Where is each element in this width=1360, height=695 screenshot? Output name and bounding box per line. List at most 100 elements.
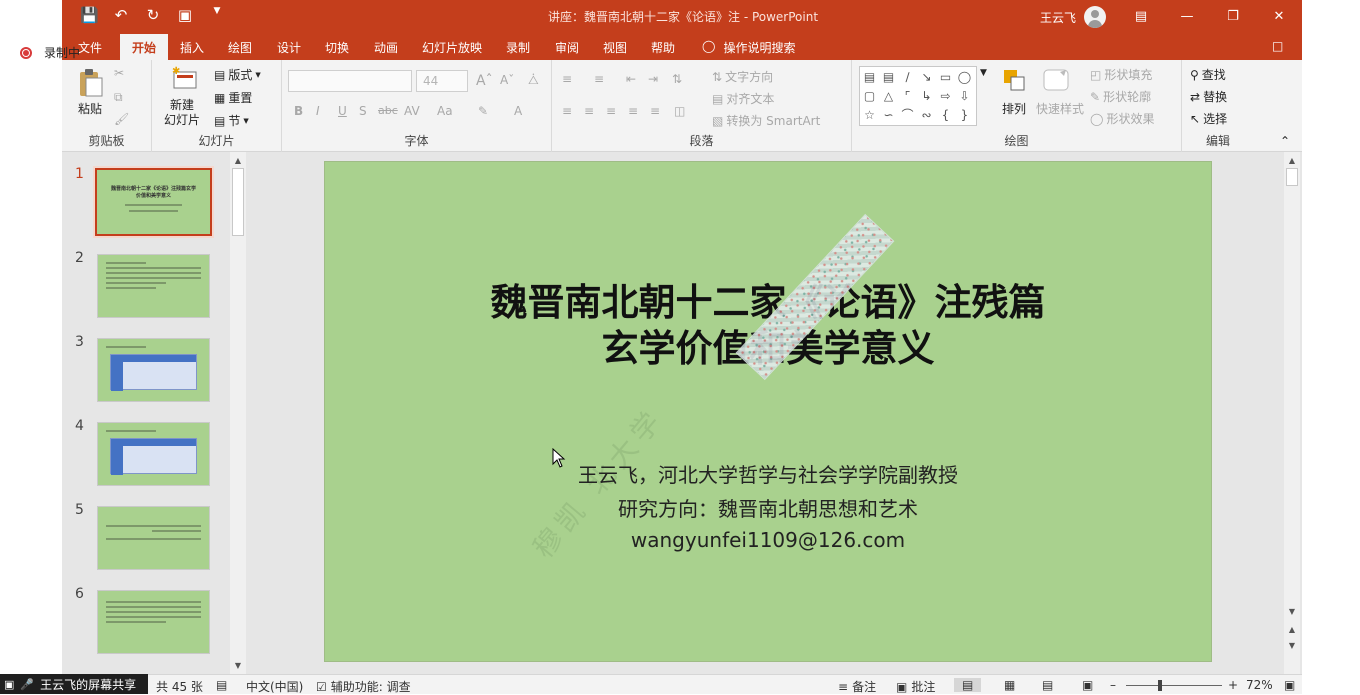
line-spacing-icon[interactable]: ⇅ — [672, 72, 682, 86]
line-shape-icon[interactable]: ∕ — [898, 67, 917, 86]
minimize-icon[interactable]: — — [1164, 0, 1210, 32]
scroll-thumb[interactable] — [232, 168, 244, 236]
editor-scrollbar[interactable]: ▲ ▼ ▲ ▼ — [1284, 152, 1300, 674]
paste-button[interactable]: 粘贴 — [78, 100, 102, 117]
layout-button[interactable]: ▤ 版式 ▼ — [214, 66, 261, 83]
align-left-icon[interactable]: ≡ — [562, 104, 572, 118]
ribbon-display-icon[interactable]: ▤ — [1118, 0, 1164, 32]
freeform-shape-icon[interactable]: ∾ — [917, 105, 936, 124]
italic-button[interactable]: I — [316, 104, 320, 118]
distributed-icon[interactable]: ≡ — [650, 104, 660, 118]
tab-record[interactable]: 录制 — [506, 39, 530, 56]
spellcheck-icon[interactable]: ▤ — [216, 678, 227, 692]
find-button[interactable]: ⚲ 查找 — [1190, 66, 1226, 83]
tab-home[interactable]: 开始 — [120, 34, 169, 60]
left-brace-icon[interactable]: { — [936, 105, 955, 124]
shrink-font-icon[interactable]: Aˇ — [500, 73, 514, 87]
notes-button[interactable]: ≡ 备注 — [838, 678, 876, 695]
align-center-icon[interactable]: ≡ — [584, 104, 594, 118]
elbow-arrow-icon[interactable]: ↳ — [917, 86, 936, 105]
slide-author[interactable]: 王云飞，河北大学哲学与社会学学院副教授 — [325, 459, 1211, 488]
textbox-shape-icon[interactable]: ▤ — [860, 67, 879, 86]
numbering-icon[interactable]: ≡ — [594, 72, 604, 86]
fit-slide-icon[interactable]: ▣ — [1284, 678, 1295, 692]
decrease-indent-icon[interactable]: ⇤ — [626, 72, 636, 86]
slideshow-view-icon[interactable]: ▣ — [1082, 678, 1093, 692]
zoom-slider-knob[interactable] — [1158, 680, 1162, 691]
grow-font-icon[interactable]: Aˆ — [476, 73, 493, 89]
quick-styles-button[interactable]: 快速样式 — [1036, 100, 1084, 117]
right-brace-icon[interactable]: } — [955, 105, 974, 124]
redo-icon[interactable]: ↻ — [144, 6, 162, 24]
tab-design[interactable]: 设计 — [277, 39, 301, 56]
select-button[interactable]: ↖ 选择 — [1190, 110, 1227, 127]
paste-icon[interactable] — [77, 68, 103, 98]
customize-icon[interactable]: ▼ — [208, 6, 226, 24]
triangle-shape-icon[interactable]: △ — [879, 86, 898, 105]
star-shape-icon[interactable]: ☆ — [860, 105, 879, 124]
zoom-slider[interactable] — [1126, 685, 1222, 686]
rounded-rect-icon[interactable]: ▢ — [860, 86, 879, 105]
slide-research[interactable]: 研究方向：魏晋南北朝思想和艺术 — [325, 493, 1211, 522]
next-slide-icon[interactable]: ▼ — [1285, 638, 1299, 652]
shape-outline-button[interactable]: ✎ 形状轮廓 — [1090, 88, 1151, 105]
right-arrow-shape-icon[interactable]: ⇨ — [936, 86, 955, 105]
current-slide[interactable]: 穆凯 北大学 魏晋南北朝十二家《论语》注残篇 玄学价值和美学意义 王云飞，河北大… — [324, 161, 1212, 662]
collapse-ribbon-icon[interactable]: ⌃ — [1280, 134, 1290, 148]
align-right-icon[interactable]: ≡ — [606, 104, 616, 118]
normal-view-icon[interactable]: ▤ — [954, 678, 982, 692]
tell-me-search[interactable]: ◯ 操作说明搜索 — [702, 39, 795, 56]
curve-shape-icon[interactable]: ∽ — [879, 105, 898, 124]
replace-button[interactable]: ⇄ 替换 — [1190, 88, 1227, 105]
comments-button[interactable]: ▣ 批注 — [896, 678, 935, 695]
underline-button[interactable]: U — [338, 104, 347, 118]
elbow-connector-icon[interactable]: ⌜ — [898, 86, 917, 105]
thumbnail-slide-5[interactable] — [97, 506, 210, 570]
scroll-down-icon[interactable]: ▼ — [231, 658, 245, 672]
quick-styles-icon[interactable] — [1042, 68, 1070, 94]
previous-slide-icon[interactable]: ▲ — [1285, 622, 1299, 636]
undo-icon[interactable]: ↶ — [112, 6, 130, 24]
tab-view[interactable]: 视图 — [603, 39, 627, 56]
zoom-in-icon[interactable]: + — [1228, 678, 1238, 692]
gallery-more-icon[interactable]: ▼ — [980, 68, 987, 78]
smartart-button[interactable]: ▧ 转换为 SmartArt — [712, 112, 820, 129]
down-arrow-shape-icon[interactable]: ⇩ — [955, 86, 974, 105]
highlight-icon[interactable]: ✎ — [478, 104, 488, 118]
align-text-button[interactable]: ▤ 对齐文本 — [712, 90, 774, 107]
text-direction-button[interactable]: ⇅ 文字方向 — [712, 68, 773, 85]
spacing-button[interactable]: AV — [404, 104, 420, 118]
arrange-button[interactable]: 排列 — [1002, 100, 1026, 117]
scroll-thumb[interactable] — [1286, 168, 1298, 186]
language-status[interactable]: 中文(中国) — [246, 678, 303, 695]
shadow-button[interactable]: S — [359, 104, 367, 118]
new-slide-button[interactable]: 新建 幻灯片 — [164, 98, 208, 128]
thumbnail-slide-3[interactable] — [97, 338, 210, 402]
restore-icon[interactable]: ❐ — [1210, 0, 1256, 32]
arrange-icon[interactable] — [1002, 68, 1028, 94]
bold-button[interactable]: B — [294, 104, 303, 118]
thumbnail-slide-6[interactable] — [97, 590, 210, 654]
thumbnail-slide-1[interactable]: 魏晋南北朝十二家《论语》注残篇玄学价值和美学意义 — [93, 166, 214, 238]
thumbnail-slide-4[interactable] — [97, 422, 210, 486]
accessibility-status[interactable]: ☑ 辅助功能: 调查 — [316, 678, 411, 695]
increase-indent-icon[interactable]: ⇥ — [648, 72, 658, 86]
strikethrough-button[interactable]: abc — [378, 104, 398, 117]
shapes-gallery[interactable]: ▤ ▤ ∕ ↘ ▭ ◯ ▢ △ ⌜ ↳ ⇨ ⇩ ☆ ∽ ⌒ ∾ { } — [859, 66, 977, 126]
recording-indicator[interactable]: 录制中 — [20, 44, 80, 61]
avatar[interactable] — [1084, 6, 1107, 28]
rectangle-shape-icon[interactable]: ▭ — [936, 67, 955, 86]
section-button[interactable]: ▤ 节 ▼ — [214, 112, 249, 129]
tab-draw[interactable]: 绘图 — [228, 39, 252, 56]
tab-file[interactable]: 文件 — [78, 39, 102, 56]
screen-share-banner[interactable]: ▣ 🎤 王云飞的屏幕共享 — [0, 674, 148, 694]
clear-format-icon[interactable]: ⧊ — [528, 73, 539, 88]
zoom-out-icon[interactable]: – — [1110, 678, 1116, 692]
justify-icon[interactable]: ≡ — [628, 104, 638, 118]
font-size-box[interactable]: 44 — [416, 70, 468, 92]
tab-insert[interactable]: 插入 — [180, 39, 204, 56]
thumbnails-scrollbar[interactable]: ▲ ▼ — [230, 152, 246, 674]
comments-icon[interactable]: □ — [1272, 39, 1283, 53]
tab-transitions[interactable]: 切换 — [325, 39, 349, 56]
reading-view-icon[interactable]: ▤ — [1042, 678, 1053, 692]
